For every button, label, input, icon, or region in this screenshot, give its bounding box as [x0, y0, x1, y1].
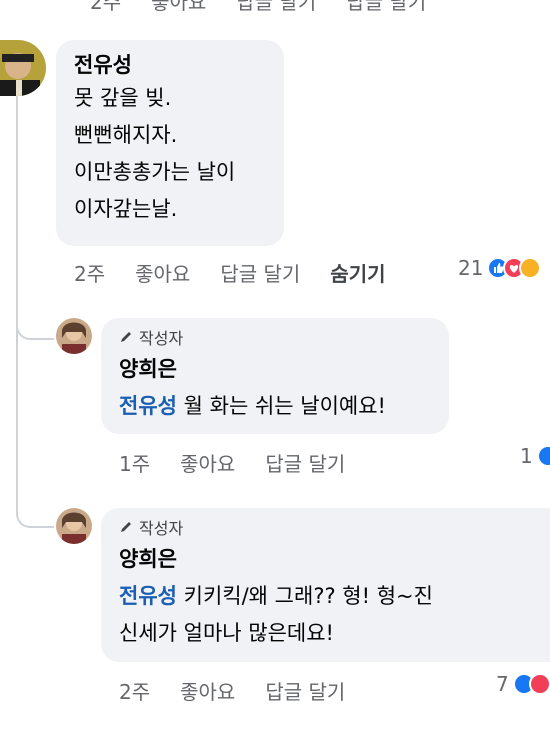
comment-author[interactable]: 전유성 — [74, 50, 284, 80]
reaction-summary[interactable]: 7 — [496, 672, 550, 696]
haha-reaction-icon — [519, 257, 542, 279]
comment-actions: 2주 좋아요 답글 달기 — [119, 676, 375, 705]
previous-reply-2[interactable]: 답글 달기 — [346, 0, 426, 15]
comment-author[interactable]: 양희은 — [119, 354, 449, 384]
badge-label: 작성자 — [139, 329, 184, 348]
thread-line-branch-2 — [16, 500, 54, 528]
reply-button[interactable]: 답글 달기 — [265, 676, 345, 705]
reaction-count: 7 — [496, 672, 509, 696]
comment-text: 전유성 키키킥/왜 그래?? 형! 형~진 — [119, 578, 550, 615]
comment-line: 뻔뻔해지자. — [74, 123, 178, 147]
like-button[interactable]: 좋아요 — [180, 676, 235, 705]
comment-time[interactable]: 2주 — [74, 258, 105, 287]
comment-time[interactable]: 1주 — [119, 448, 150, 477]
reply-button[interactable]: 답글 달기 — [265, 448, 345, 477]
comment-actions: 2주 좋아요 답글 달기 숨기기 — [74, 258, 416, 287]
comment-time[interactable]: 2주 — [119, 676, 150, 705]
like-button[interactable]: 좋아요 — [180, 448, 235, 477]
comment-text-line2: 신세가 얼마나 많은데요! — [119, 621, 334, 645]
previous-reply[interactable]: 답글 달기 — [236, 0, 316, 15]
comment-line: 못 갚을 빚. — [74, 86, 172, 110]
comment-actions: 1주 좋아요 답글 달기 — [119, 448, 375, 477]
avatar[interactable] — [56, 508, 92, 544]
mention-link[interactable]: 전유성 — [119, 584, 177, 608]
love-reaction-icon — [528, 673, 550, 695]
thread-line-branch-1 — [16, 312, 54, 340]
pencil-icon — [119, 518, 133, 540]
badge-label: 작성자 — [139, 519, 184, 538]
pencil-icon — [119, 328, 133, 350]
like-button[interactable]: 좋아요 — [135, 258, 190, 287]
comment-bubble: 전유성 못 갚을 빚. 뻔뻔해지자. 이만총총가는 날이 이자갚는날. — [56, 40, 284, 246]
comment-body: 월 화는 쉬는 날이예요! — [176, 394, 386, 418]
previous-time: 2주 — [90, 0, 122, 14]
hide-button[interactable]: 숨기기 — [330, 258, 385, 287]
thread-line-vertical — [16, 96, 18, 512]
reply-bubble: 작성자 양희은 전유성 키키킥/왜 그래?? 형! 형~진 신세가 얼마나 많은… — [101, 508, 550, 662]
comment-line: 이자갚는날. — [74, 197, 178, 221]
mention-link[interactable]: 전유성 — [119, 394, 177, 418]
author-badge: 작성자 — [119, 518, 550, 540]
reaction-count: 1 — [520, 444, 533, 468]
previous-comment-actions: 2주 좋아요 답글 달기 답글 달기 — [90, 0, 426, 15]
avatar[interactable] — [56, 318, 92, 354]
reply-button[interactable]: 답글 달기 — [220, 258, 300, 287]
comment-text: 전유성 월 화는 쉬는 날이예요! — [119, 388, 449, 425]
comment-body: 키키킥/왜 그래?? 형! 형~진 — [176, 584, 433, 608]
reaction-count: 21 — [458, 256, 484, 280]
author-badge: 작성자 — [119, 328, 449, 350]
reaction-summary[interactable]: 1 — [520, 444, 550, 468]
reaction-summary[interactable]: 21 — [458, 256, 542, 280]
reply-bubble: 작성자 양희은 전유성 월 화는 쉬는 날이예요! — [101, 318, 449, 434]
comment-author[interactable]: 양희은 — [119, 544, 550, 574]
like-reaction-icon — [536, 445, 550, 467]
avatar[interactable] — [0, 40, 46, 96]
comment-line: 이만총총가는 날이 — [74, 160, 236, 184]
previous-like[interactable]: 좋아요 — [151, 0, 206, 15]
